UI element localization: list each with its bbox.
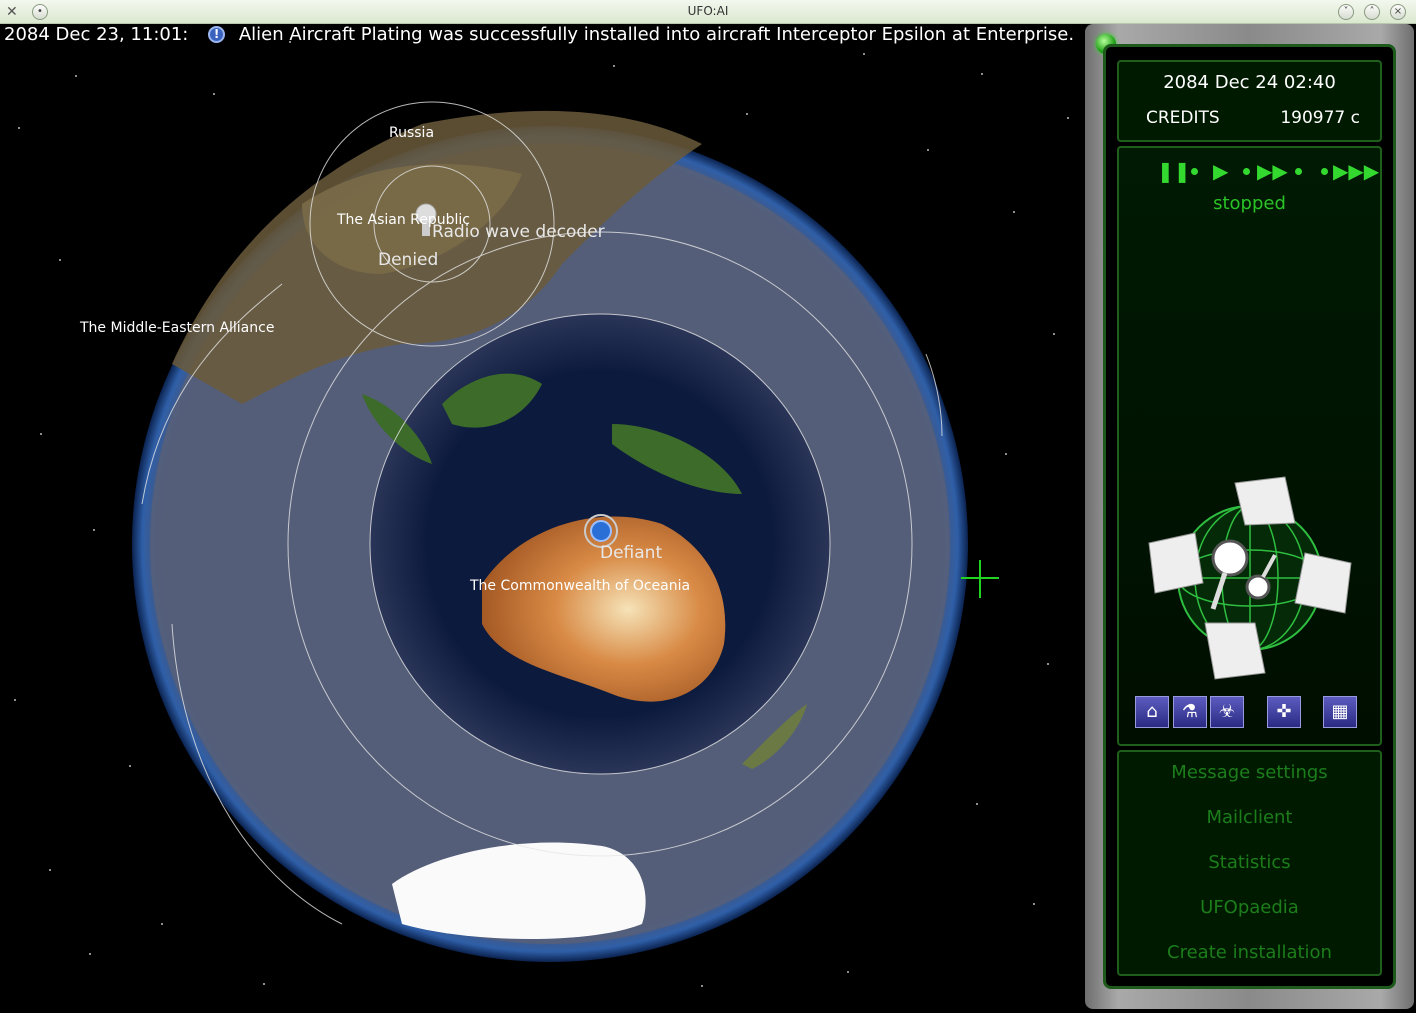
message-text: Alien Aircraft Plating was successfully … [238,24,1075,45]
speed-dot[interactable] [1191,168,1198,175]
geoscape-emblem-icon[interactable] [1145,473,1355,683]
speed-status: stopped [1213,193,1286,214]
base-label[interactable]: Radio wave decoder [432,222,605,242]
message-bar: 2084 Dec 23, 11:01: ! Alien Aircraft Pla… [4,24,1074,48]
control-panel: 2084 Dec 24 02:40 CREDITS 190977 c ❚❚ ▶ … [1085,24,1414,1009]
speed-dot[interactable] [1321,168,1328,175]
maximize-icon[interactable]: ˄ [1364,4,1380,20]
window-title: UFO:AI [687,4,729,18]
speed-dot[interactable] [1243,168,1250,175]
label-commonwealth: The Commonwealth of Oceania [470,578,691,594]
fast-forward-icon[interactable]: ▶▶ [1257,160,1288,182]
message-date: 2084 Dec 23, 11:01: [4,24,189,45]
label-russia: Russia [389,125,435,141]
research-icon[interactable]: ⚗ [1173,696,1207,728]
speed-control-box: ❚❚ ▶ ▶▶ ▶▶▶ stopped ⌂ ⚗ ☣ ✜ ▦ [1117,146,1382,746]
menu-message-settings[interactable]: Message settings [1119,762,1380,783]
geoscape-view[interactable]: 2084 Dec 23, 11:01: ! Alien Aircraft Pla… [2,24,1414,1011]
map-icon[interactable]: ✜ [1267,696,1301,728]
menu-mailclient[interactable]: Mailclient [1119,807,1380,828]
window-titlebar[interactable]: ✕ • UFO:AI ˅ ˄ × [0,0,1416,24]
menu-create-installation[interactable]: Create installation [1119,942,1380,963]
base-icon[interactable]: ⌂ [1135,696,1169,728]
installation-icon[interactable]: ▦ [1323,696,1357,728]
minimize-icon[interactable]: ˅ [1338,4,1354,20]
menu-box: Message settings Mailclient Statistics U… [1117,750,1382,976]
speed-dot[interactable] [1295,168,1302,175]
globe[interactable] [2,24,1082,1011]
credits-value: 190977 c [1280,108,1360,128]
menu-statistics[interactable]: Statistics [1119,852,1380,873]
pause-icon[interactable]: ❚❚ [1157,160,1191,182]
base-status: Denied [378,250,439,270]
biohazard-icon[interactable]: ☣ [1210,696,1244,728]
play-icon[interactable]: ▶ [1213,160,1228,182]
info-icon: ! [208,26,226,43]
game-clock: 2084 Dec 24 02:40 [1163,72,1336,93]
aircraft-label[interactable]: Defiant [600,543,662,563]
time-credits-box: 2084 Dec 24 02:40 CREDITS 190977 c [1117,60,1382,142]
fastest-forward-icon[interactable]: ▶▶▶ [1333,160,1379,182]
panel-inner: 2084 Dec 24 02:40 CREDITS 190977 c ❚❚ ▶ … [1103,44,1396,989]
credits-label: CREDITS [1146,108,1220,128]
close-icon[interactable]: × [1390,4,1406,20]
menu-ufopaedia[interactable]: UFOpaedia [1119,897,1380,918]
label-middle-eastern: The Middle-Eastern Alliance [80,320,275,336]
speed-controls: ❚❚ ▶ ▶▶ ▶▶▶ [1157,160,1379,184]
